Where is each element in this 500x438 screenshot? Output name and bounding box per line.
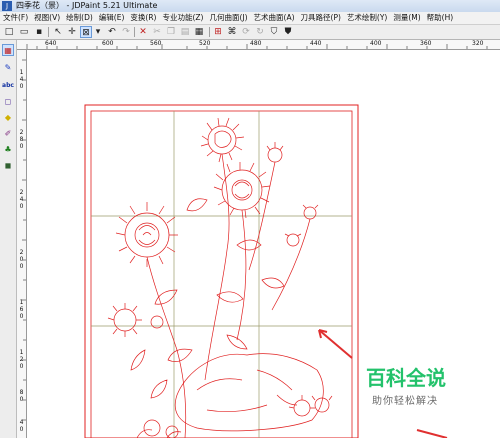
ruler-label: 560 xyxy=(150,40,162,47)
app-icon[interactable]: J xyxy=(2,1,12,11)
fill-tool-icon[interactable]: ◆ xyxy=(2,112,14,124)
paste-icon[interactable]: ▤ xyxy=(179,26,191,38)
left-toolbox: ▦ ✎ abc ◻ ◆ ✐ ♣ ◼ xyxy=(0,40,17,438)
ruler-label: 0 xyxy=(19,83,24,90)
ruler-label: 0 xyxy=(19,203,24,210)
shield-b-icon[interactable]: ⛊ xyxy=(282,26,294,38)
menu-file[interactable]: 文件(F) xyxy=(0,12,31,24)
crosshair-icon[interactable]: ✛ xyxy=(66,26,78,38)
menu-help[interactable]: 帮助(H) xyxy=(424,12,457,24)
pen-tool-icon[interactable]: ✎ xyxy=(2,62,14,74)
ruler-label: 400 xyxy=(370,40,382,47)
properties-icon[interactable]: ▦ xyxy=(193,26,205,38)
ruler-label: 0 xyxy=(19,363,24,370)
ruler-label: 640 xyxy=(45,40,57,47)
ruler-label: 440 xyxy=(310,40,322,47)
toolbar-separator xyxy=(209,27,210,37)
zoom-box-icon[interactable]: ⊠ xyxy=(80,26,92,38)
menu-bar: 文件(F) 视图(V) 绘制(D) 编辑(E) 变换(R) 专业功能(Z) 几何… xyxy=(0,12,500,25)
ruler-label: 0 xyxy=(19,143,24,150)
menu-transform[interactable]: 变换(R) xyxy=(127,12,159,24)
ruler-label: 0 xyxy=(19,426,24,433)
inner-frame xyxy=(90,110,353,438)
ruler-ticks xyxy=(22,59,26,421)
text-tool-icon[interactable]: abc xyxy=(2,80,14,92)
outer-frame xyxy=(84,104,359,438)
watermark-title: 百科全说 xyxy=(366,366,446,390)
delete-icon[interactable]: ✕ xyxy=(137,26,149,38)
tree-tool-icon[interactable]: ♣ xyxy=(2,144,14,156)
dropdown-icon[interactable]: ▾ xyxy=(92,26,104,38)
menu-art-draw[interactable]: 艺术绘制(Y) xyxy=(344,12,390,24)
open-folder-icon[interactable]: ▭ xyxy=(18,26,30,38)
menu-draw[interactable]: 绘制(D) xyxy=(63,12,96,24)
menu-toolpath[interactable]: 刀具路径(P) xyxy=(298,12,344,24)
flower-lineart xyxy=(107,117,333,438)
toolbar-separator xyxy=(48,27,49,37)
ruler-label: 0 xyxy=(19,396,24,403)
menu-view[interactable]: 视图(V) xyxy=(31,12,63,24)
ruler-label: 480 xyxy=(250,40,262,47)
menu-pro[interactable]: 专业功能(Z) xyxy=(159,12,206,24)
redo-icon[interactable]: ↷ xyxy=(120,26,132,38)
shield-a-icon[interactable]: ⛉ xyxy=(268,26,280,38)
cut-icon[interactable]: ✂ xyxy=(151,26,163,38)
ruler-label: 320 xyxy=(472,40,484,47)
snap-icon[interactable]: ⌘ xyxy=(226,26,238,38)
tool-8-icon[interactable]: ◼ xyxy=(2,160,14,172)
new-file-icon[interactable]: □ xyxy=(3,26,15,38)
rotate-icon[interactable]: ↻ xyxy=(254,26,266,38)
ruler-label: 0 xyxy=(19,263,24,270)
select-grid-tool-icon[interactable]: ▦ xyxy=(2,44,14,56)
menu-geometry-surface[interactable]: 几何曲面(J) xyxy=(206,12,250,24)
horizontal-ruler: 640 600 560 520 480 440 400 360 320 xyxy=(17,40,500,50)
brush-tool-icon[interactable]: ✐ xyxy=(2,128,14,140)
copy-icon[interactable]: ❐ xyxy=(165,26,177,38)
menu-measure[interactable]: 测量(M) xyxy=(390,12,423,24)
ruler-label: 600 xyxy=(102,40,114,47)
undo-icon[interactable]: ↶ xyxy=(106,26,118,38)
grid-lines xyxy=(91,111,352,438)
window-title: 四季花（景） - JDPaint 5.21 Ultimate xyxy=(16,1,158,10)
watermark-subtitle: 助你轻松解决 xyxy=(372,396,438,407)
ruler-label: 360 xyxy=(420,40,432,47)
select-arrow-icon[interactable]: ↖ xyxy=(52,26,64,38)
transform-icon[interactable]: ⟳ xyxy=(240,26,252,38)
main-toolbar: □ ▭ ▪ ↖ ✛ ⊠ ▾ ↶ ↷ ✕ ✂ ❐ ▤ ▦ ⊞ ⌘ ⟳ ↻ ⛉ ⛊ xyxy=(0,25,500,40)
drawing-canvas[interactable]: 百科全说 助你轻松解决 xyxy=(27,50,500,438)
grid-icon[interactable]: ⊞ xyxy=(212,26,224,38)
ruler-label: 0 xyxy=(19,313,24,320)
watermark: 百科全说 助你轻松解决 xyxy=(362,362,462,412)
rectangle-tool-icon[interactable]: ◻ xyxy=(2,96,14,108)
menu-art-surface[interactable]: 艺术曲面(A) xyxy=(251,12,298,24)
toolbar-separator xyxy=(134,27,135,37)
menu-edit[interactable]: 编辑(E) xyxy=(96,12,128,24)
save-icon[interactable]: ▪ xyxy=(33,26,45,38)
ruler-label: 520 xyxy=(199,40,211,47)
vertical-ruler: 1 4 0 2 8 0 2 4 0 2 0 0 1 6 0 1 2 0 8 0 … xyxy=(17,50,27,438)
